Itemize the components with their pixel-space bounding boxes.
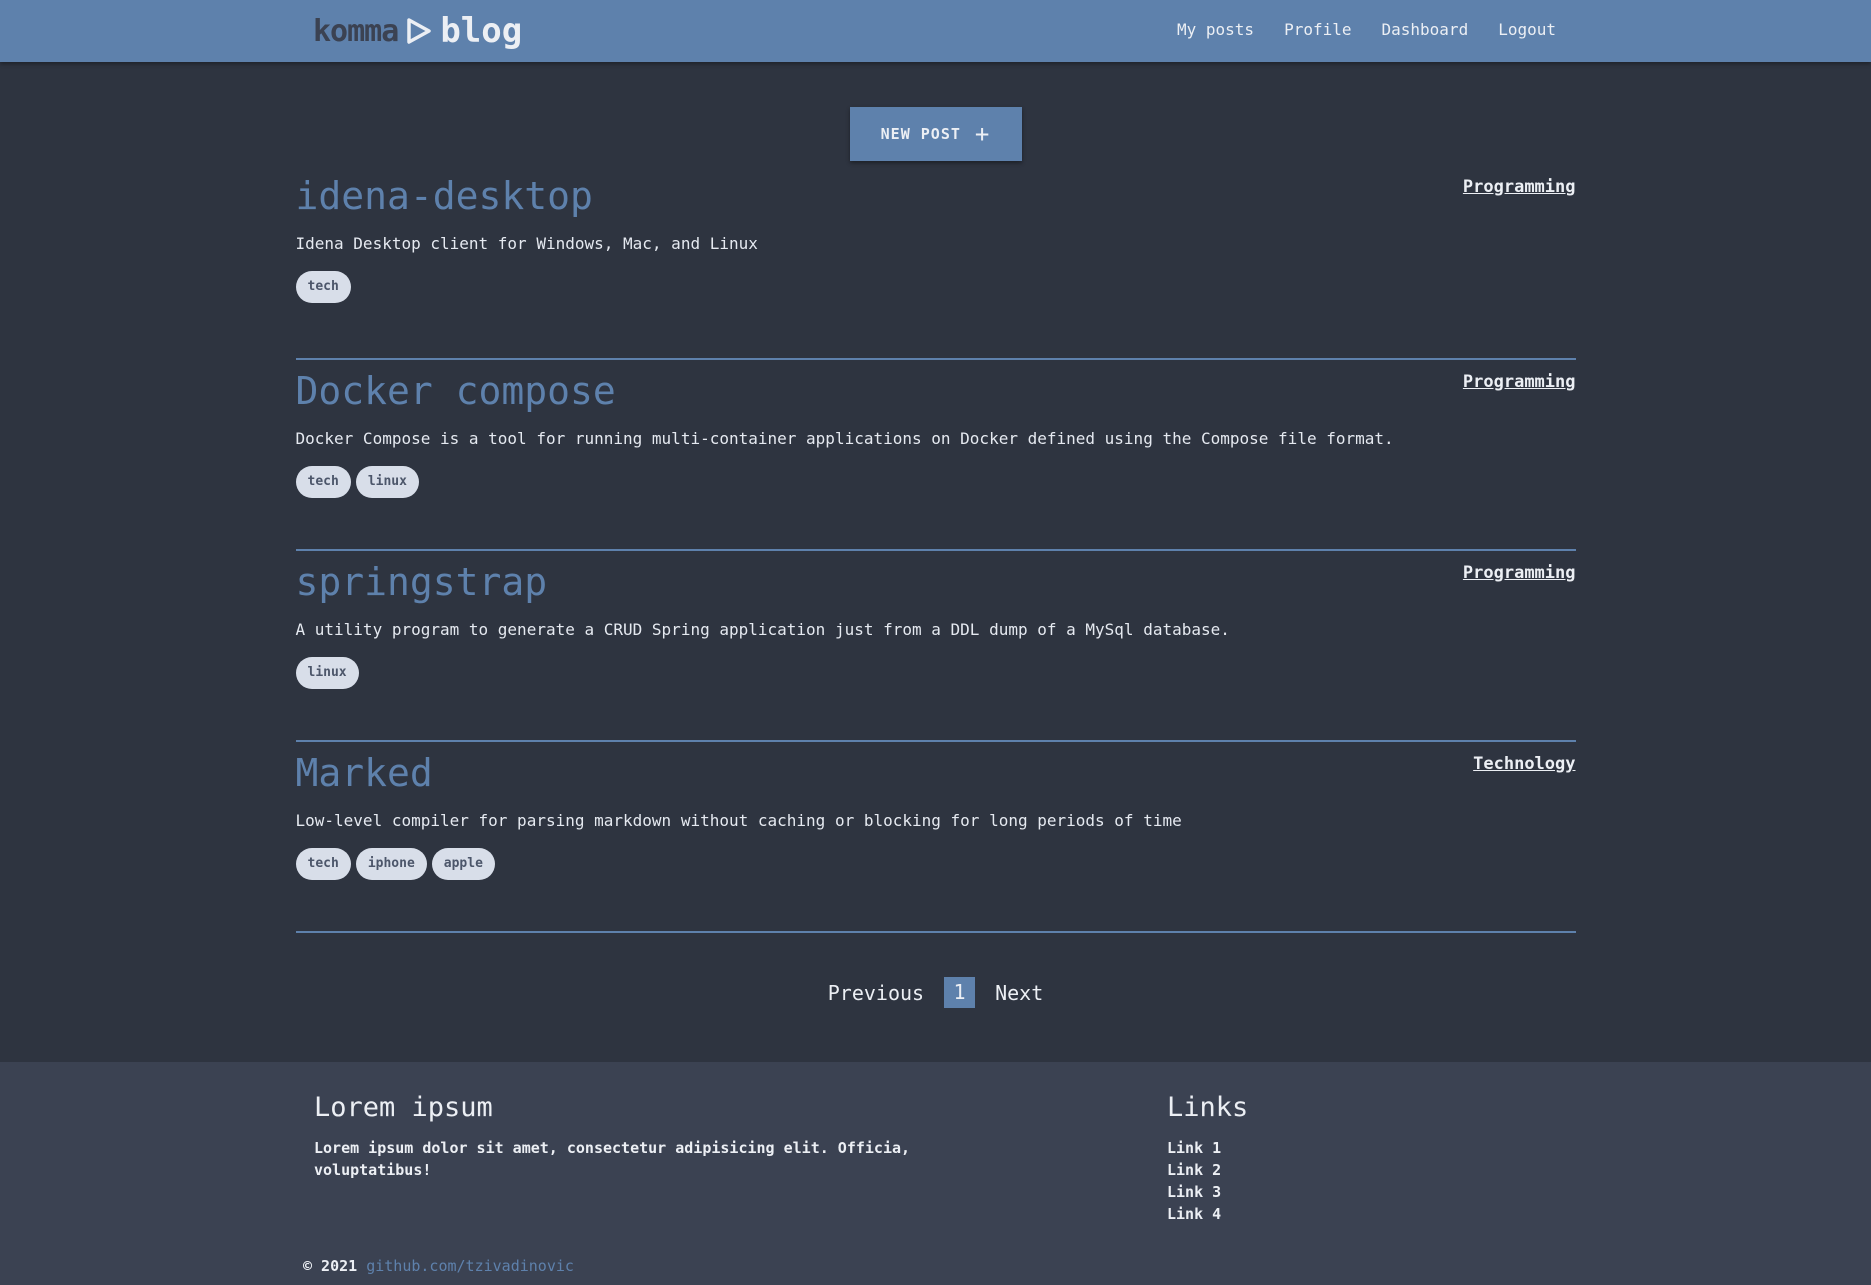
- post-tags: linux: [295, 657, 1576, 689]
- tag-chip[interactable]: iphone: [355, 848, 427, 880]
- pagination: Previous 1 Next: [296, 977, 1576, 1008]
- tag-chip[interactable]: linux: [295, 657, 359, 689]
- brand-komma-text: komma: [313, 13, 399, 49]
- post-description: Idena Desktop client for Windows, Mac, a…: [295, 234, 758, 253]
- post-item: Marked Technology Low-level compiler for…: [295, 742, 1576, 933]
- footer: Lorem ipsum Lorem ipsum dolor sit amet, …: [0, 1062, 1871, 1285]
- pagination-next[interactable]: Next: [995, 981, 1043, 1005]
- post-category-link[interactable]: Programming: [1463, 372, 1576, 392]
- brand-logo[interactable]: komma blog: [313, 8, 522, 54]
- footer-link-3[interactable]: Link 3: [1167, 1181, 1248, 1203]
- copyright-github-link[interactable]: github.com/tzivadinovic: [366, 1257, 574, 1275]
- footer-links-list: Link 1 Link 2 Link 3 Link 4: [1167, 1137, 1248, 1225]
- post-tags: tech: [295, 271, 1576, 303]
- nav-dashboard[interactable]: Dashboard: [1367, 20, 1484, 39]
- post-description: Low-level compiler for parsing markdown …: [295, 811, 1182, 830]
- post-category-link[interactable]: Technology: [1473, 754, 1575, 774]
- footer-link-2[interactable]: Link 2: [1167, 1159, 1248, 1181]
- nav-profile[interactable]: Profile: [1269, 20, 1366, 39]
- footer-about: Lorem ipsum Lorem ipsum dolor sit amet, …: [314, 1092, 954, 1181]
- footer-links-heading: Links: [1167, 1092, 1249, 1123]
- tag-chip[interactable]: tech: [295, 271, 351, 303]
- post-category-link[interactable]: Programming: [1463, 563, 1576, 583]
- copyright: © 2021 github.com/tzivadinovic: [303, 1257, 574, 1275]
- post-tags: tech linux: [295, 466, 1576, 498]
- nav-links: My posts Profile Dashboard Logout: [1162, 0, 1571, 58]
- brand-blog-text: blog: [440, 11, 523, 51]
- post-description: Docker Compose is a tool for running mul…: [295, 429, 1394, 448]
- new-post-button[interactable]: NEW POST +: [849, 107, 1022, 161]
- footer-link-4[interactable]: Link 4: [1167, 1203, 1248, 1225]
- post-list: idena-desktop Programming Idena Desktop …: [295, 169, 1576, 933]
- top-navbar: komma blog My posts Profile Dashboard Lo…: [0, 0, 1871, 62]
- post-tags: tech iphone apple: [295, 848, 1576, 880]
- post-description: A utility program to generate a CRUD Spr…: [295, 620, 1230, 639]
- post-item: idena-desktop Programming Idena Desktop …: [295, 169, 1576, 360]
- plus-icon: +: [974, 120, 991, 148]
- new-post-wrapper: NEW POST +: [296, 62, 1576, 161]
- tag-chip[interactable]: tech: [295, 466, 351, 498]
- post-item: Docker compose Programming Docker Compos…: [295, 360, 1576, 551]
- post-title[interactable]: Marked: [296, 746, 1576, 796]
- main-content: NEW POST + idena-desktop Programming Ide…: [295, 62, 1576, 1008]
- tag-chip[interactable]: tech: [295, 848, 351, 880]
- post-item: springstrap Programming A utility progra…: [295, 551, 1576, 742]
- post-title[interactable]: springstrap: [296, 555, 1576, 605]
- post-title[interactable]: idena-desktop: [296, 169, 1576, 219]
- pagination-previous[interactable]: Previous: [828, 981, 924, 1005]
- tag-chip[interactable]: linux: [355, 466, 419, 498]
- pagination-page-current[interactable]: 1: [944, 977, 976, 1008]
- play-triangle-icon: [407, 18, 432, 44]
- copyright-text: © 2021: [303, 1257, 358, 1275]
- post-title[interactable]: Docker compose: [296, 364, 1576, 414]
- nav-my-posts[interactable]: My posts: [1162, 20, 1269, 39]
- footer-about-heading: Lorem ipsum: [314, 1092, 493, 1123]
- nav-logout[interactable]: Logout: [1483, 20, 1571, 39]
- footer-link-1[interactable]: Link 1: [1167, 1137, 1248, 1159]
- new-post-label: NEW POST: [880, 125, 961, 143]
- tag-chip[interactable]: apple: [431, 848, 495, 880]
- post-category-link[interactable]: Programming: [1463, 177, 1576, 197]
- footer-links-section: Links Link 1 Link 2 Link 3 Link 4: [1167, 1092, 1248, 1225]
- footer-about-text: Lorem ipsum dolor sit amet, consectetur …: [314, 1139, 911, 1179]
